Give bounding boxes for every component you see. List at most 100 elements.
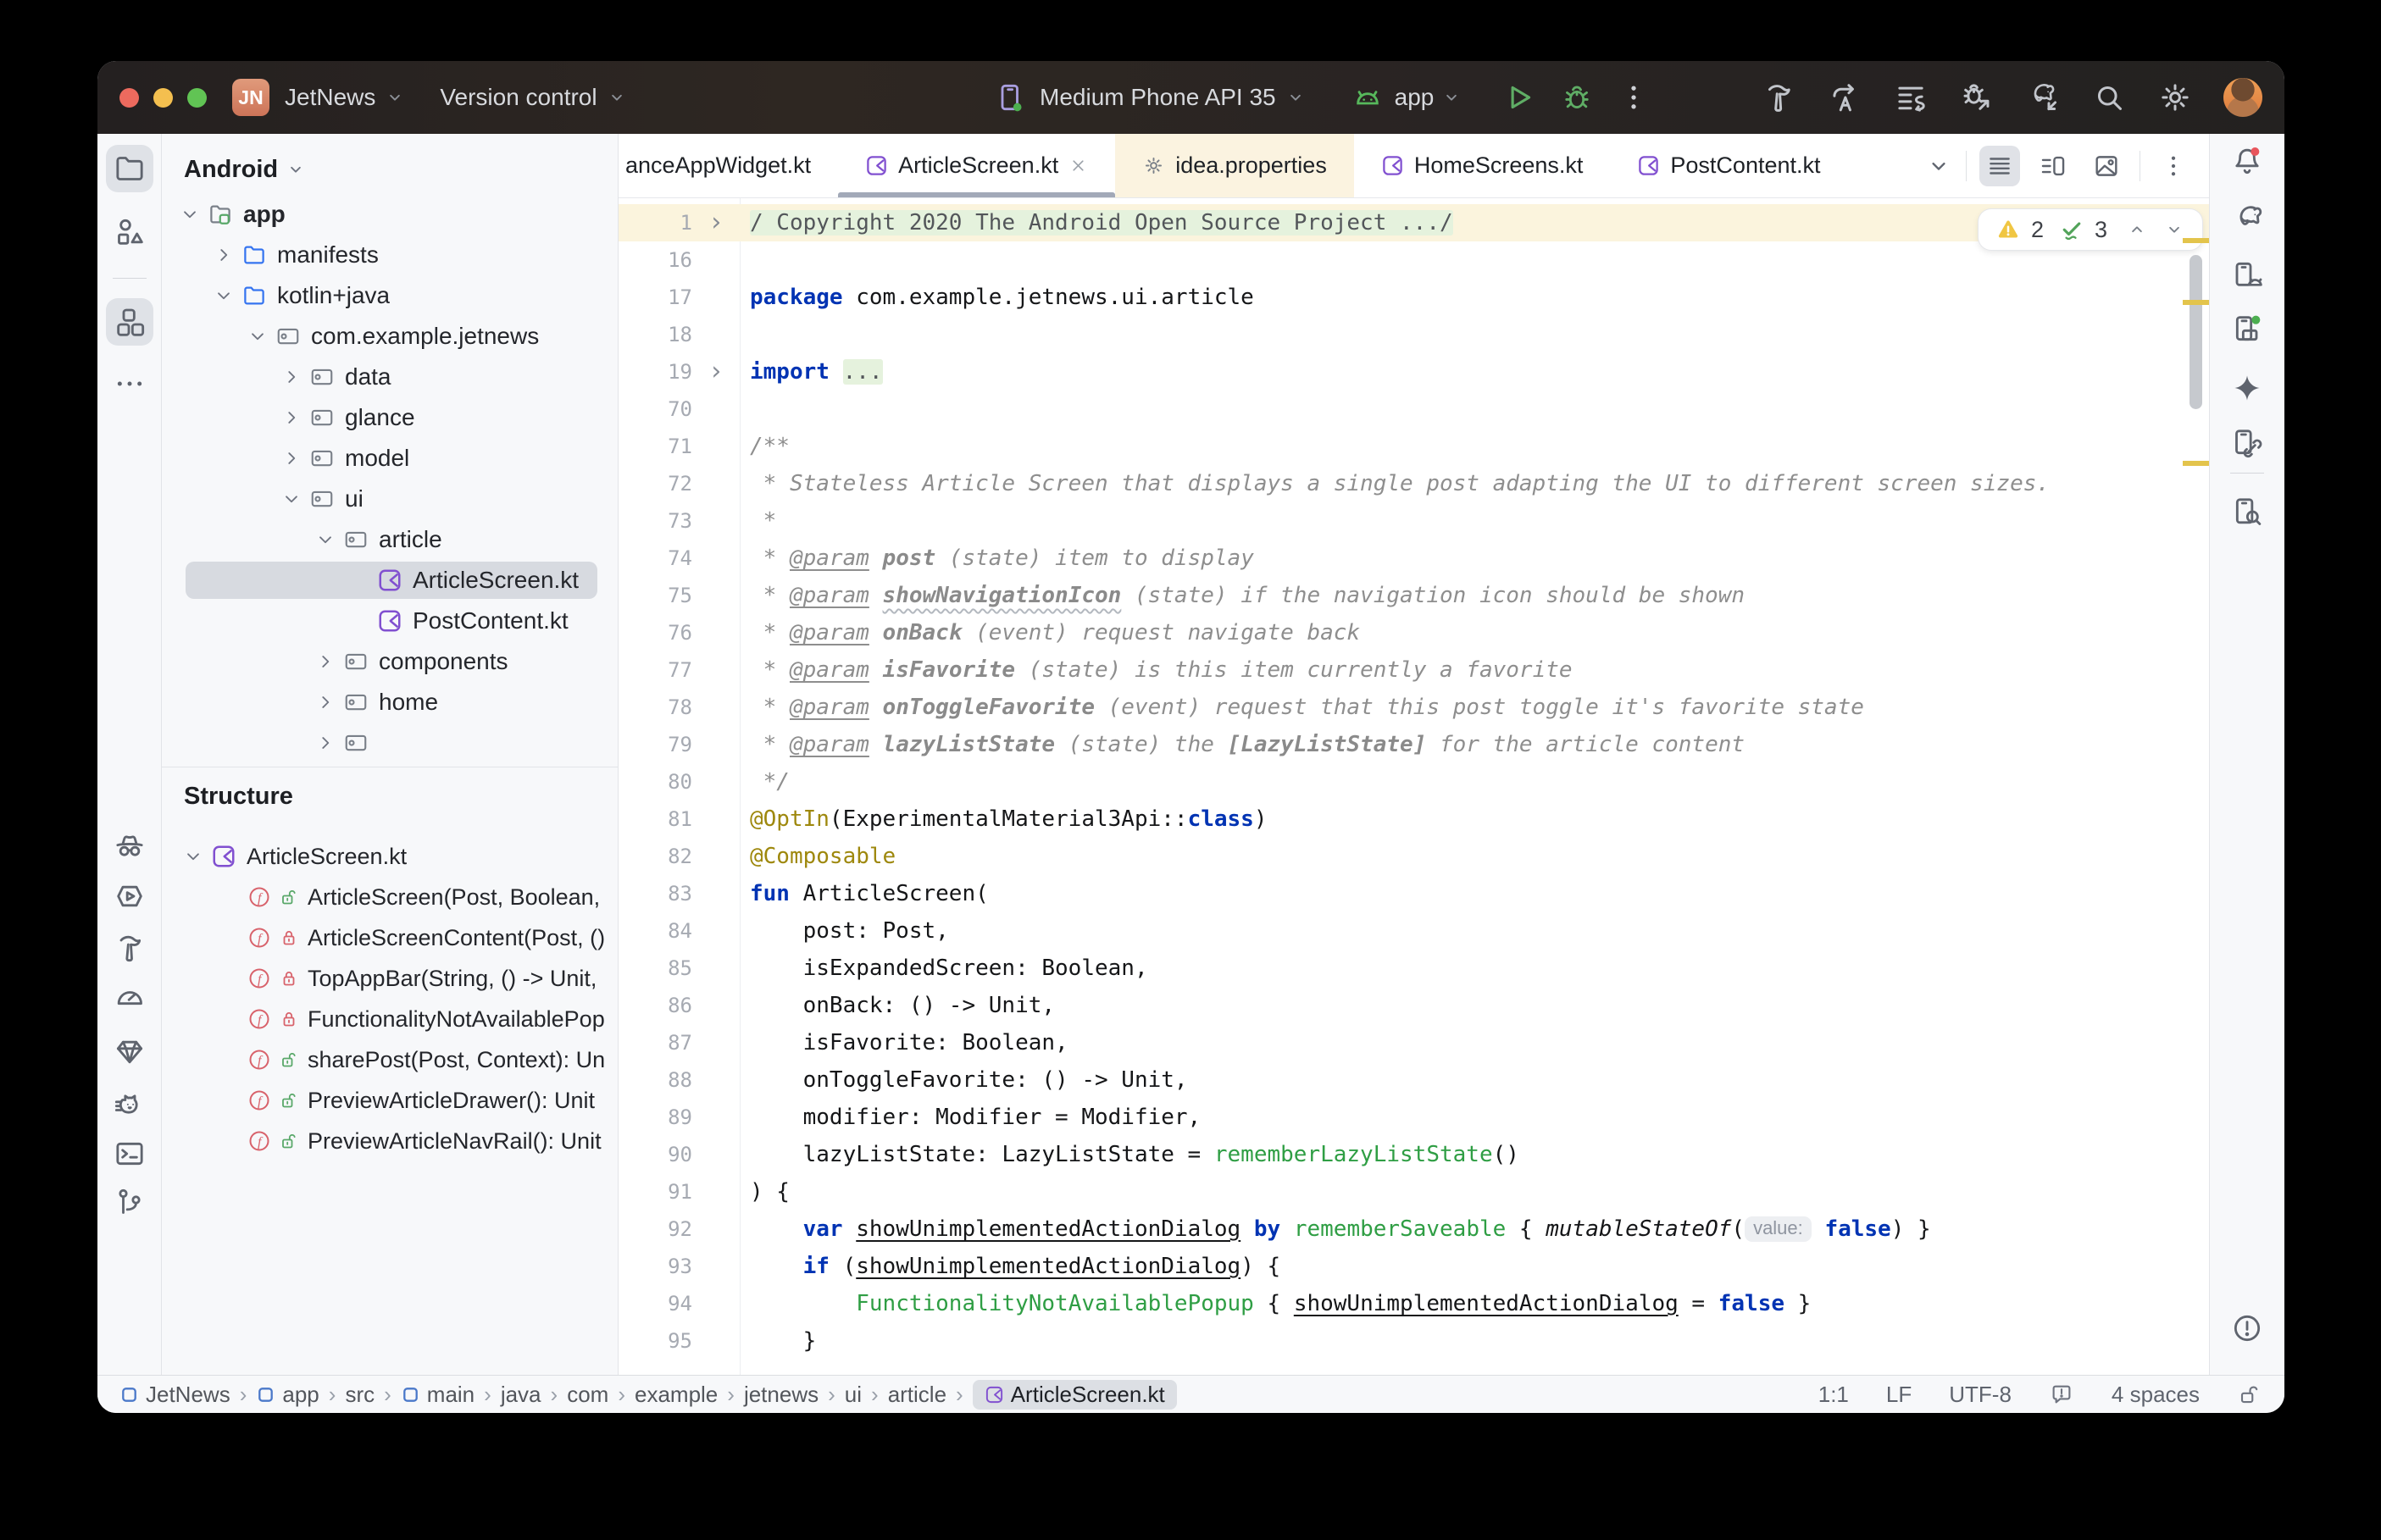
chevron-right-icon[interactable] (311, 651, 340, 673)
tool-logcat-cat-button[interactable] (106, 1082, 153, 1129)
breadcrumb-ui[interactable]: ui (845, 1382, 862, 1408)
minimize-window-button[interactable] (153, 87, 173, 108)
project-widget[interactable]: JetNews (285, 84, 406, 111)
code-line-93[interactable]: 93 if (showUnimplementedActionDialog) { (619, 1248, 2209, 1285)
tool-problems-button[interactable] (2223, 1305, 2271, 1352)
code-line-1[interactable]: 1 › / Copyright 2020 The Android Open So… (619, 204, 2209, 241)
tool-commit-shapes-button[interactable] (106, 208, 153, 256)
project-tree-item-model[interactable]: model (162, 438, 618, 479)
project-tree-item-articlescreen-kt[interactable]: ArticleScreen.kt (162, 560, 618, 601)
line-number[interactable]: 1 (619, 211, 692, 235)
breadcrumb-articlescreen-kt[interactable]: ArticleScreen.kt (972, 1379, 1177, 1410)
chevron-down-icon[interactable] (209, 285, 238, 307)
previous-problem-button[interactable] (2126, 219, 2148, 241)
line-number[interactable]: 83 (619, 882, 692, 906)
code-line-71[interactable]: 71 /** (619, 428, 2209, 465)
code-line-83[interactable]: 83 fun ArticleScreen( (619, 875, 2209, 912)
tool-device-mirroring-link-button[interactable] (2223, 419, 2271, 467)
editor-tab-homescreens-kt[interactable]: HomeScreens.kt (1354, 134, 1611, 197)
code-editor[interactable]: 1 › / Copyright 2020 The Android Open So… (619, 198, 2209, 1376)
line-number[interactable]: 91 (619, 1180, 692, 1204)
editor-tab-postcontent-kt[interactable]: PostContent.kt (1610, 134, 1847, 197)
editor-tab-idea-properties[interactable]: idea.properties (1115, 134, 1354, 197)
code-line-76[interactable]: 76 * @param onBack (event) request navig… (619, 614, 2209, 651)
line-number[interactable]: 95 (619, 1329, 692, 1353)
tab-options-button[interactable] (2153, 146, 2194, 186)
chevron-right-icon[interactable] (277, 407, 306, 429)
line-number[interactable]: 84 (619, 919, 692, 943)
code-line-85[interactable]: 85 isExpandedScreen: Boolean, (619, 950, 2209, 987)
code-view-button[interactable] (1979, 145, 2020, 186)
fold-arrow-icon[interactable]: › (692, 359, 740, 385)
line-number[interactable]: 93 (619, 1255, 692, 1278)
code-line-95[interactable]: 95 } (619, 1322, 2209, 1360)
split-view-button[interactable] (2033, 146, 2073, 186)
code-line-80[interactable]: 80 */ (619, 763, 2209, 800)
line-number[interactable]: 19 (619, 360, 692, 384)
project-tree-item-home[interactable]: home (162, 682, 618, 723)
breadcrumb-src[interactable]: src (345, 1382, 375, 1408)
editor-scrollbar[interactable] (2190, 255, 2202, 409)
line-number[interactable]: 73 (619, 509, 692, 533)
caret-position[interactable]: 1:1 (1818, 1382, 1849, 1408)
line-number[interactable]: 82 (619, 845, 692, 868)
project-tree-item-data[interactable]: data (162, 357, 618, 397)
code-line-79[interactable]: 79 * @param lazyListState (state) the [L… (619, 726, 2209, 763)
code-line-16[interactable]: 16 (619, 241, 2209, 279)
line-number[interactable]: 89 (619, 1105, 692, 1129)
code-line-94[interactable]: 94 FunctionalityNotAvailablePopup { show… (619, 1285, 2209, 1322)
code-line-90[interactable]: 90 lazyListState: LazyListState = rememb… (619, 1136, 2209, 1173)
line-number[interactable]: 80 (619, 770, 692, 794)
line-number[interactable]: 85 (619, 956, 692, 980)
line-number[interactable]: 75 (619, 584, 692, 607)
chevron-down-icon[interactable] (1440, 86, 1462, 108)
debug-button[interactable] (1559, 80, 1595, 115)
tool-more-ellipsis-button[interactable] (106, 360, 153, 407)
project-view-selector[interactable]: Android (162, 134, 618, 186)
line-number[interactable]: 87 (619, 1031, 692, 1055)
code-line-91[interactable]: 91 ) { (619, 1173, 2209, 1210)
project-tree-item-app[interactable]: app (162, 194, 618, 235)
chevron-right-icon[interactable] (311, 732, 340, 754)
user-avatar[interactable] (2223, 78, 2262, 117)
editor-tab-anceappwidget-kt[interactable]: anceAppWidget.kt (619, 134, 838, 197)
project-tree-item-postcontent-kt[interactable]: PostContent.kt (162, 601, 618, 641)
chevron-down-icon[interactable] (179, 845, 208, 867)
structure-function-item[interactable]: f sharePost(Post, Context): Un (162, 1039, 618, 1080)
breadcrumb-java[interactable]: java (501, 1382, 541, 1408)
code-line-19[interactable]: 19 › import ... (619, 353, 2209, 391)
inspections-status-icon[interactable] (2049, 1382, 2074, 1407)
structure-function-item[interactable]: f TopAppBar(String, () -> Unit, (162, 958, 618, 999)
project-tree-item-components[interactable]: components (162, 641, 618, 682)
structure-root-item[interactable]: ArticleScreen.kt (162, 836, 618, 877)
tool-gemini-sparkle-button[interactable] (2223, 364, 2271, 412)
project-tree-item-ui[interactable]: ui (162, 479, 618, 519)
line-number[interactable]: 86 (619, 994, 692, 1017)
breadcrumb-article[interactable]: article (888, 1382, 946, 1408)
line-number[interactable]: 17 (619, 285, 692, 309)
editor-tab-articlescreen-kt[interactable]: ArticleScreen.kt (838, 134, 1116, 197)
line-number[interactable]: 72 (619, 472, 692, 496)
breadcrumb-main[interactable]: main (401, 1382, 475, 1408)
line-number[interactable]: 94 (619, 1292, 692, 1316)
code-line-92[interactable]: 92 var showUnimplementedActionDialog by … (619, 1210, 2209, 1248)
project-tree-item-kotlin-java[interactable]: kotlin+java (162, 275, 618, 316)
line-number[interactable]: 88 (619, 1068, 692, 1092)
line-number[interactable]: 79 (619, 733, 692, 756)
file-encoding[interactable]: UTF-8 (1949, 1382, 2012, 1408)
code-line-18[interactable]: 18 (619, 316, 2209, 353)
chevron-right-icon[interactable] (277, 447, 306, 469)
code-line-88[interactable]: 88 onToggleFavorite: () -> Unit, (619, 1061, 2209, 1099)
chevron-right-icon[interactable] (277, 366, 306, 388)
code-line-82[interactable]: 82 @Composable (619, 838, 2209, 875)
project-tree-item-com-example-jetnews[interactable]: com.example.jetnews (162, 316, 618, 357)
line-number[interactable]: 70 (619, 397, 692, 421)
line-number[interactable]: 74 (619, 546, 692, 570)
inspections-widget[interactable]: 2 3 (1978, 209, 2202, 250)
code-line-77[interactable]: 77 * @param isFavorite (state) is this i… (619, 651, 2209, 689)
run-config-selector[interactable]: app (1395, 84, 1435, 111)
vcs-widget[interactable]: Version control (440, 84, 627, 111)
code-line-70[interactable]: 70 (619, 391, 2209, 428)
chevron-down-icon[interactable] (277, 488, 306, 510)
line-number[interactable]: 78 (619, 695, 692, 719)
